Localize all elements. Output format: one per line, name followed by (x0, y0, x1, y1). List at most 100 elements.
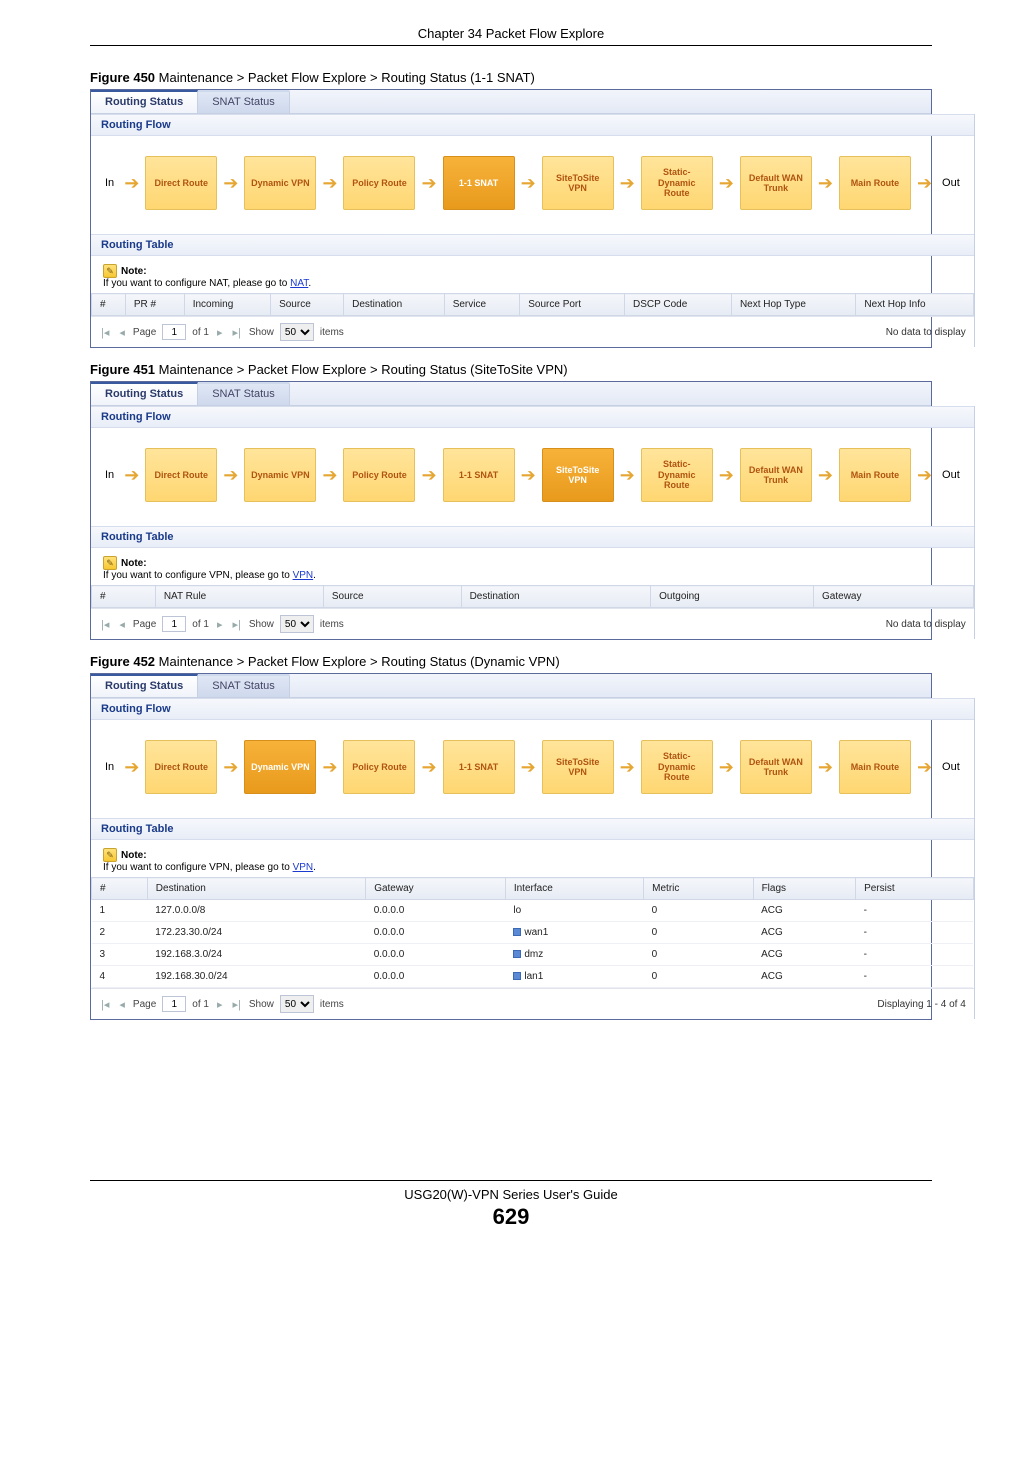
pager-first-icon[interactable]: |◂ (99, 618, 111, 631)
table-header[interactable]: Flags (753, 878, 856, 900)
table-header[interactable]: Next Hop Type (731, 294, 855, 316)
table-row[interactable]: 3192.168.3.0/240.0.0.0dmz0ACG- (92, 944, 974, 966)
flow-box[interactable]: Direct Route (145, 156, 217, 210)
flow-box[interactable]: Static-Dynamic Route (641, 740, 713, 794)
table-header[interactable]: Persist (856, 878, 974, 900)
arrow-icon: ➔ (124, 174, 139, 192)
pager-page-input[interactable] (162, 324, 186, 340)
table-header[interactable]: Source (271, 294, 344, 316)
note-text: If you want to configure VPN, please go … (103, 570, 962, 581)
arrow-icon: ➔ (818, 174, 833, 192)
flow-box[interactable]: Default WAN Trunk (740, 740, 812, 794)
flow-box[interactable]: Dynamic VPN (244, 740, 316, 794)
pager-last-icon[interactable]: ▸| (231, 326, 243, 339)
pager-size-select[interactable]: 50 (280, 995, 314, 1013)
tab-snat-status[interactable]: SNAT Status (198, 382, 290, 405)
table-header[interactable]: Service (444, 294, 520, 316)
scrollbar[interactable] (974, 406, 975, 639)
interface-cell[interactable]: lo (505, 900, 643, 922)
table-header[interactable]: PR # (125, 294, 184, 316)
table-header[interactable]: Gateway (366, 878, 506, 900)
scrollbar[interactable] (974, 114, 975, 347)
table-row[interactable]: 1127.0.0.0/80.0.0.0lo0ACG- (92, 900, 974, 922)
table-header[interactable]: Source (323, 586, 461, 608)
pager: |◂◂Pageof 1▸▸|Show50itemsNo data to disp… (91, 608, 974, 639)
table-header[interactable]: Next Hop Info (856, 294, 973, 316)
table-header[interactable]: Metric (644, 878, 753, 900)
pager-page-input[interactable] (162, 996, 186, 1012)
pager: |◂◂Pageof 1▸▸|Show50itemsNo data to disp… (91, 316, 974, 347)
flow-box[interactable]: 1-1 SNAT (443, 448, 515, 502)
note-box: ✎Note:If you want to configure NAT, plea… (91, 256, 974, 293)
table-header[interactable]: # (92, 586, 156, 608)
table-header[interactable]: Incoming (184, 294, 270, 316)
flow-box[interactable]: Main Route (839, 448, 911, 502)
table-header[interactable]: # (92, 878, 148, 900)
tab-snat-status[interactable]: SNAT Status (198, 674, 290, 697)
scrollbar[interactable] (974, 698, 975, 1019)
flow-box[interactable]: Policy Route (343, 156, 415, 210)
flow-box[interactable]: Dynamic VPN (244, 156, 316, 210)
table-header[interactable]: # (92, 294, 126, 316)
tab-routing-status[interactable]: Routing Status (91, 674, 198, 697)
pager-next-icon[interactable]: ▸ (215, 998, 225, 1011)
table-header[interactable]: Destination (461, 586, 651, 608)
pager-last-icon[interactable]: ▸| (231, 618, 243, 631)
interface-cell[interactable]: wan1 (505, 922, 643, 944)
pager-last-icon[interactable]: ▸| (231, 998, 243, 1011)
pager-page-input[interactable] (162, 616, 186, 632)
note-link[interactable]: VPN (293, 570, 314, 581)
flow-box[interactable]: SiteToSite VPN (542, 740, 614, 794)
flow-box[interactable]: SiteToSite VPN (542, 156, 614, 210)
pager-next-icon[interactable]: ▸ (215, 618, 225, 631)
section-routing-table: Routing Table (91, 234, 974, 256)
arrow-icon: ➔ (124, 758, 139, 776)
note-link[interactable]: NAT (290, 278, 308, 289)
tab-routing-status[interactable]: Routing Status (91, 382, 198, 405)
flow-box[interactable]: Dynamic VPN (244, 448, 316, 502)
arrow-icon: ➔ (620, 466, 635, 484)
flow-box[interactable]: SiteToSite VPN (542, 448, 614, 502)
pager-prev-icon[interactable]: ◂ (117, 998, 127, 1011)
flow-box[interactable]: Default WAN Trunk (740, 156, 812, 210)
pager-prev-icon[interactable]: ◂ (117, 326, 127, 339)
routing-flow-row: In➔Direct Route➔Dynamic VPN➔Policy Route… (91, 136, 974, 234)
flow-box[interactable]: Static-Dynamic Route (641, 448, 713, 502)
flow-box[interactable]: Main Route (839, 740, 911, 794)
table-header[interactable]: Source Port (520, 294, 625, 316)
table-row[interactable]: 4192.168.30.0/240.0.0.0lan10ACG- (92, 966, 974, 988)
pager-first-icon[interactable]: |◂ (99, 326, 111, 339)
flow-box[interactable]: Policy Route (343, 740, 415, 794)
interface-cell[interactable]: lan1 (505, 966, 643, 988)
arrow-icon: ➔ (719, 174, 734, 192)
pager-size-select[interactable]: 50 (280, 615, 314, 633)
flow-box[interactable]: Policy Route (343, 448, 415, 502)
interface-cell[interactable]: dmz (505, 944, 643, 966)
pager-next-icon[interactable]: ▸ (215, 326, 225, 339)
pager-size-select[interactable]: 50 (280, 323, 314, 341)
flow-box[interactable]: 1-1 SNAT (443, 740, 515, 794)
table-header[interactable]: Gateway (814, 586, 974, 608)
flow-box[interactable]: Default WAN Trunk (740, 448, 812, 502)
flow-box[interactable]: Direct Route (145, 740, 217, 794)
tab-routing-status[interactable]: Routing Status (91, 90, 198, 113)
table-row[interactable]: 2172.23.30.0/240.0.0.0wan10ACG- (92, 922, 974, 944)
pager-first-icon[interactable]: |◂ (99, 998, 111, 1011)
flow-box[interactable]: 1-1 SNAT (443, 156, 515, 210)
flow-box[interactable]: Static-Dynamic Route (641, 156, 713, 210)
flow-box[interactable]: Main Route (839, 156, 911, 210)
table-header[interactable]: Destination (147, 878, 365, 900)
pager-prev-icon[interactable]: ◂ (117, 618, 127, 631)
flow-box[interactable]: Direct Route (145, 448, 217, 502)
figure-caption: Figure 452 Maintenance > Packet Flow Exp… (90, 654, 932, 669)
note-box: ✎Note:If you want to configure VPN, plea… (91, 840, 974, 877)
pager-show-label: Show (249, 619, 274, 630)
pager-of-label: of 1 (192, 327, 209, 338)
table-header[interactable]: Interface (505, 878, 643, 900)
table-header[interactable]: Outgoing (651, 586, 814, 608)
table-header[interactable]: NAT Rule (155, 586, 323, 608)
table-header[interactable]: DSCP Code (624, 294, 731, 316)
note-link[interactable]: VPN (293, 862, 314, 873)
table-header[interactable]: Destination (344, 294, 445, 316)
tab-snat-status[interactable]: SNAT Status (198, 90, 290, 113)
